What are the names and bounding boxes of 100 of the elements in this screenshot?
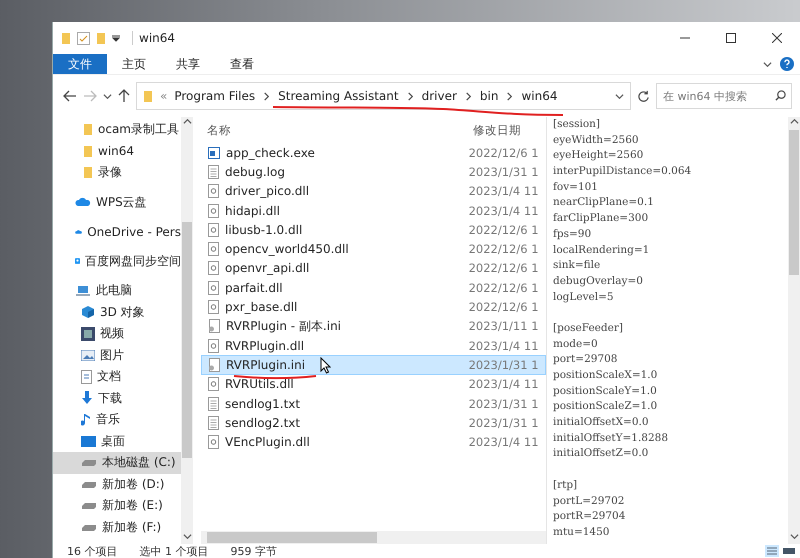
ribbon-tab[interactable]: 主页 [107,54,161,74]
nav-item[interactable]: 新加卷 (F:) [53,516,181,538]
file-row[interactable]: sendlog1.txt 2023/1/31 1 [201,394,546,414]
nav-item[interactable]: 此电脑 [53,280,181,302]
preview-scrollbar[interactable] [788,117,800,544]
nav-item[interactable]: 新加卷 (D:) [53,474,181,495]
ribbon-tab[interactable]: 共享 [161,54,215,74]
horizontal-scrollbar[interactable] [201,531,546,544]
dropdown-caret-icon[interactable] [112,34,120,42]
preview-line: localRendering=1 [553,242,650,258]
item-count: 16 个项目 [67,544,118,558]
gear-file-icon [208,242,219,256]
column-header[interactable]: 名称 [201,122,467,138]
preview-line: portR=29704 [553,509,626,524]
preview-view-icon[interactable] [782,545,796,557]
folder-icon [96,32,106,44]
chevron-right-icon [505,92,514,100]
ribbon-tab[interactable]: 查看 [215,54,269,74]
preview-line: [poseFeeder] [553,320,624,336]
gear-file-icon [208,338,219,353]
details-view-icon[interactable] [765,545,779,557]
file-name: app_check.exe [226,146,315,160]
file-row[interactable]: opencv_world450.dll 2022/12/6 1 [201,239,546,259]
gear-file-icon [208,261,219,276]
file-name: opencv_world450.dll [225,242,349,256]
column-header[interactable]: 修改日期 [467,122,545,138]
nav-item[interactable]: 视频 [53,323,181,344]
text-file-icon [208,396,219,410]
modified-date: 2023/1/4 11 [468,435,540,450]
modified-date: 2023/1/4 11 [468,338,540,353]
picture-icon [81,350,95,361]
modified-date: 2023/1/31 1 [468,396,540,410]
nav-item[interactable]: 新加卷 (E:) [53,495,181,516]
file-row[interactable]: libusb-1.0.dll 2022/12/6 1 [201,220,546,240]
file-name: RVRUtils.dll [225,377,294,392]
up-arrow-icon[interactable] [118,89,130,103]
file-row[interactable]: RVRPlugin - 副本.ini 2023/1/11 1 [201,316,546,336]
refresh-icon[interactable] [637,90,650,102]
folder-icon [83,166,93,180]
scrollbar[interactable] [181,117,193,544]
back-arrow-icon[interactable] [63,90,77,102]
checkmark-icon[interactable] [77,32,90,44]
file-name: RVRPlugin.dll [225,338,304,353]
file-row[interactable]: sendlog2.txt 2023/1/31 1 [201,413,546,432]
drive-icon [81,458,97,468]
file-row[interactable]: VEncPlugin.dll 2023/1/4 11 [201,432,546,452]
desktop-icon [81,436,96,447]
address-bar[interactable]: « Program Files Streaming Assistant driver bin win64 [136,82,631,110]
file-row[interactable]: RVRUtils.dll 2023/1/4 11 [201,374,546,394]
preview-line: mode=0 [553,336,599,352]
nav-item[interactable]: 3D 对象 [53,302,181,323]
document-icon [81,370,92,384]
gear-file-icon [208,184,219,198]
chevron-right-icon [406,92,415,100]
nav-item[interactable]: WPS云盘 [53,192,181,213]
scroll-up-icon [182,117,192,126]
nav-item[interactable]: 图片 [53,344,181,366]
file-row[interactable]: hidapi.dll 2023/1/4 11 [201,200,546,220]
chevron-right-icon [464,92,473,100]
ribbon-tab[interactable]: 文件 [53,54,107,74]
search-field[interactable]: 在 win64 中搜索 [656,83,792,109]
preview-line: positionScaleZ=1.0 [553,399,658,414]
file-row[interactable]: RVRPlugin.ini 2023/1/31 1 [201,355,546,375]
file-row[interactable]: RVRPlugin.dll 2023/1/4 11 [201,336,546,356]
modified-date: 2023/1/4 11 [468,204,540,218]
nav-item[interactable]: 桌面 [53,430,181,452]
recent-chevron-icon [103,92,112,100]
preview-line: initialOffsetX=0.0 [553,415,650,430]
file-row[interactable]: parfait.dll 2022/12/6 1 [201,278,546,298]
preview-line: nearClipPlane=0.1 [553,195,655,210]
expand-chevron-icon [763,60,772,68]
modified-date: 2023/1/11 1 [468,319,540,334]
selection-size: 959 字节 [230,544,277,558]
drive-icon [81,480,97,489]
folder-icon [83,144,93,158]
drive-icon [81,501,97,510]
file-row[interactable]: driver_pico.dll 2023/1/4 11 [201,182,546,201]
nav-item[interactable]: 录像 [53,162,181,184]
preview-line: interPupilDistance=0.064 [553,164,692,180]
folder-icon [83,123,93,136]
nav-item[interactable]: 百度网盘同步空间 [53,250,181,272]
nav-item[interactable]: OneDrive - Pers [53,221,181,242]
scroll-down-icon [790,532,798,541]
file-row[interactable]: debug.log 2023/1/31 1 [201,162,546,182]
gear-file-icon [208,300,219,314]
file-row[interactable]: openvr_api.dll 2022/12/6 1 [201,258,546,278]
modified-date: 2023/1/4 11 [468,377,540,392]
nav-item[interactable]: 音乐 [53,409,181,430]
file-name: sendlog1.txt [225,396,300,410]
help-icon[interactable] [780,57,794,71]
nav-item[interactable]: ocam录制工具 [53,119,181,140]
modified-date: 2022/12/6 1 [468,146,540,160]
nav-item[interactable]: 下载 [53,388,181,409]
nav-item[interactable]: win64 [53,140,181,162]
file-row[interactable]: pxr_base.dll 2022/12/6 1 [201,297,546,317]
file-row[interactable]: app_check.exe 2022/12/6 1 [201,143,546,162]
nav-item[interactable]: 文档 [53,366,181,388]
preview-line: mtu=1450 [553,524,610,540]
nav-item[interactable]: 本地磁盘 (C:) [53,452,181,474]
preview-line: debugOverlay=0 [553,274,644,289]
